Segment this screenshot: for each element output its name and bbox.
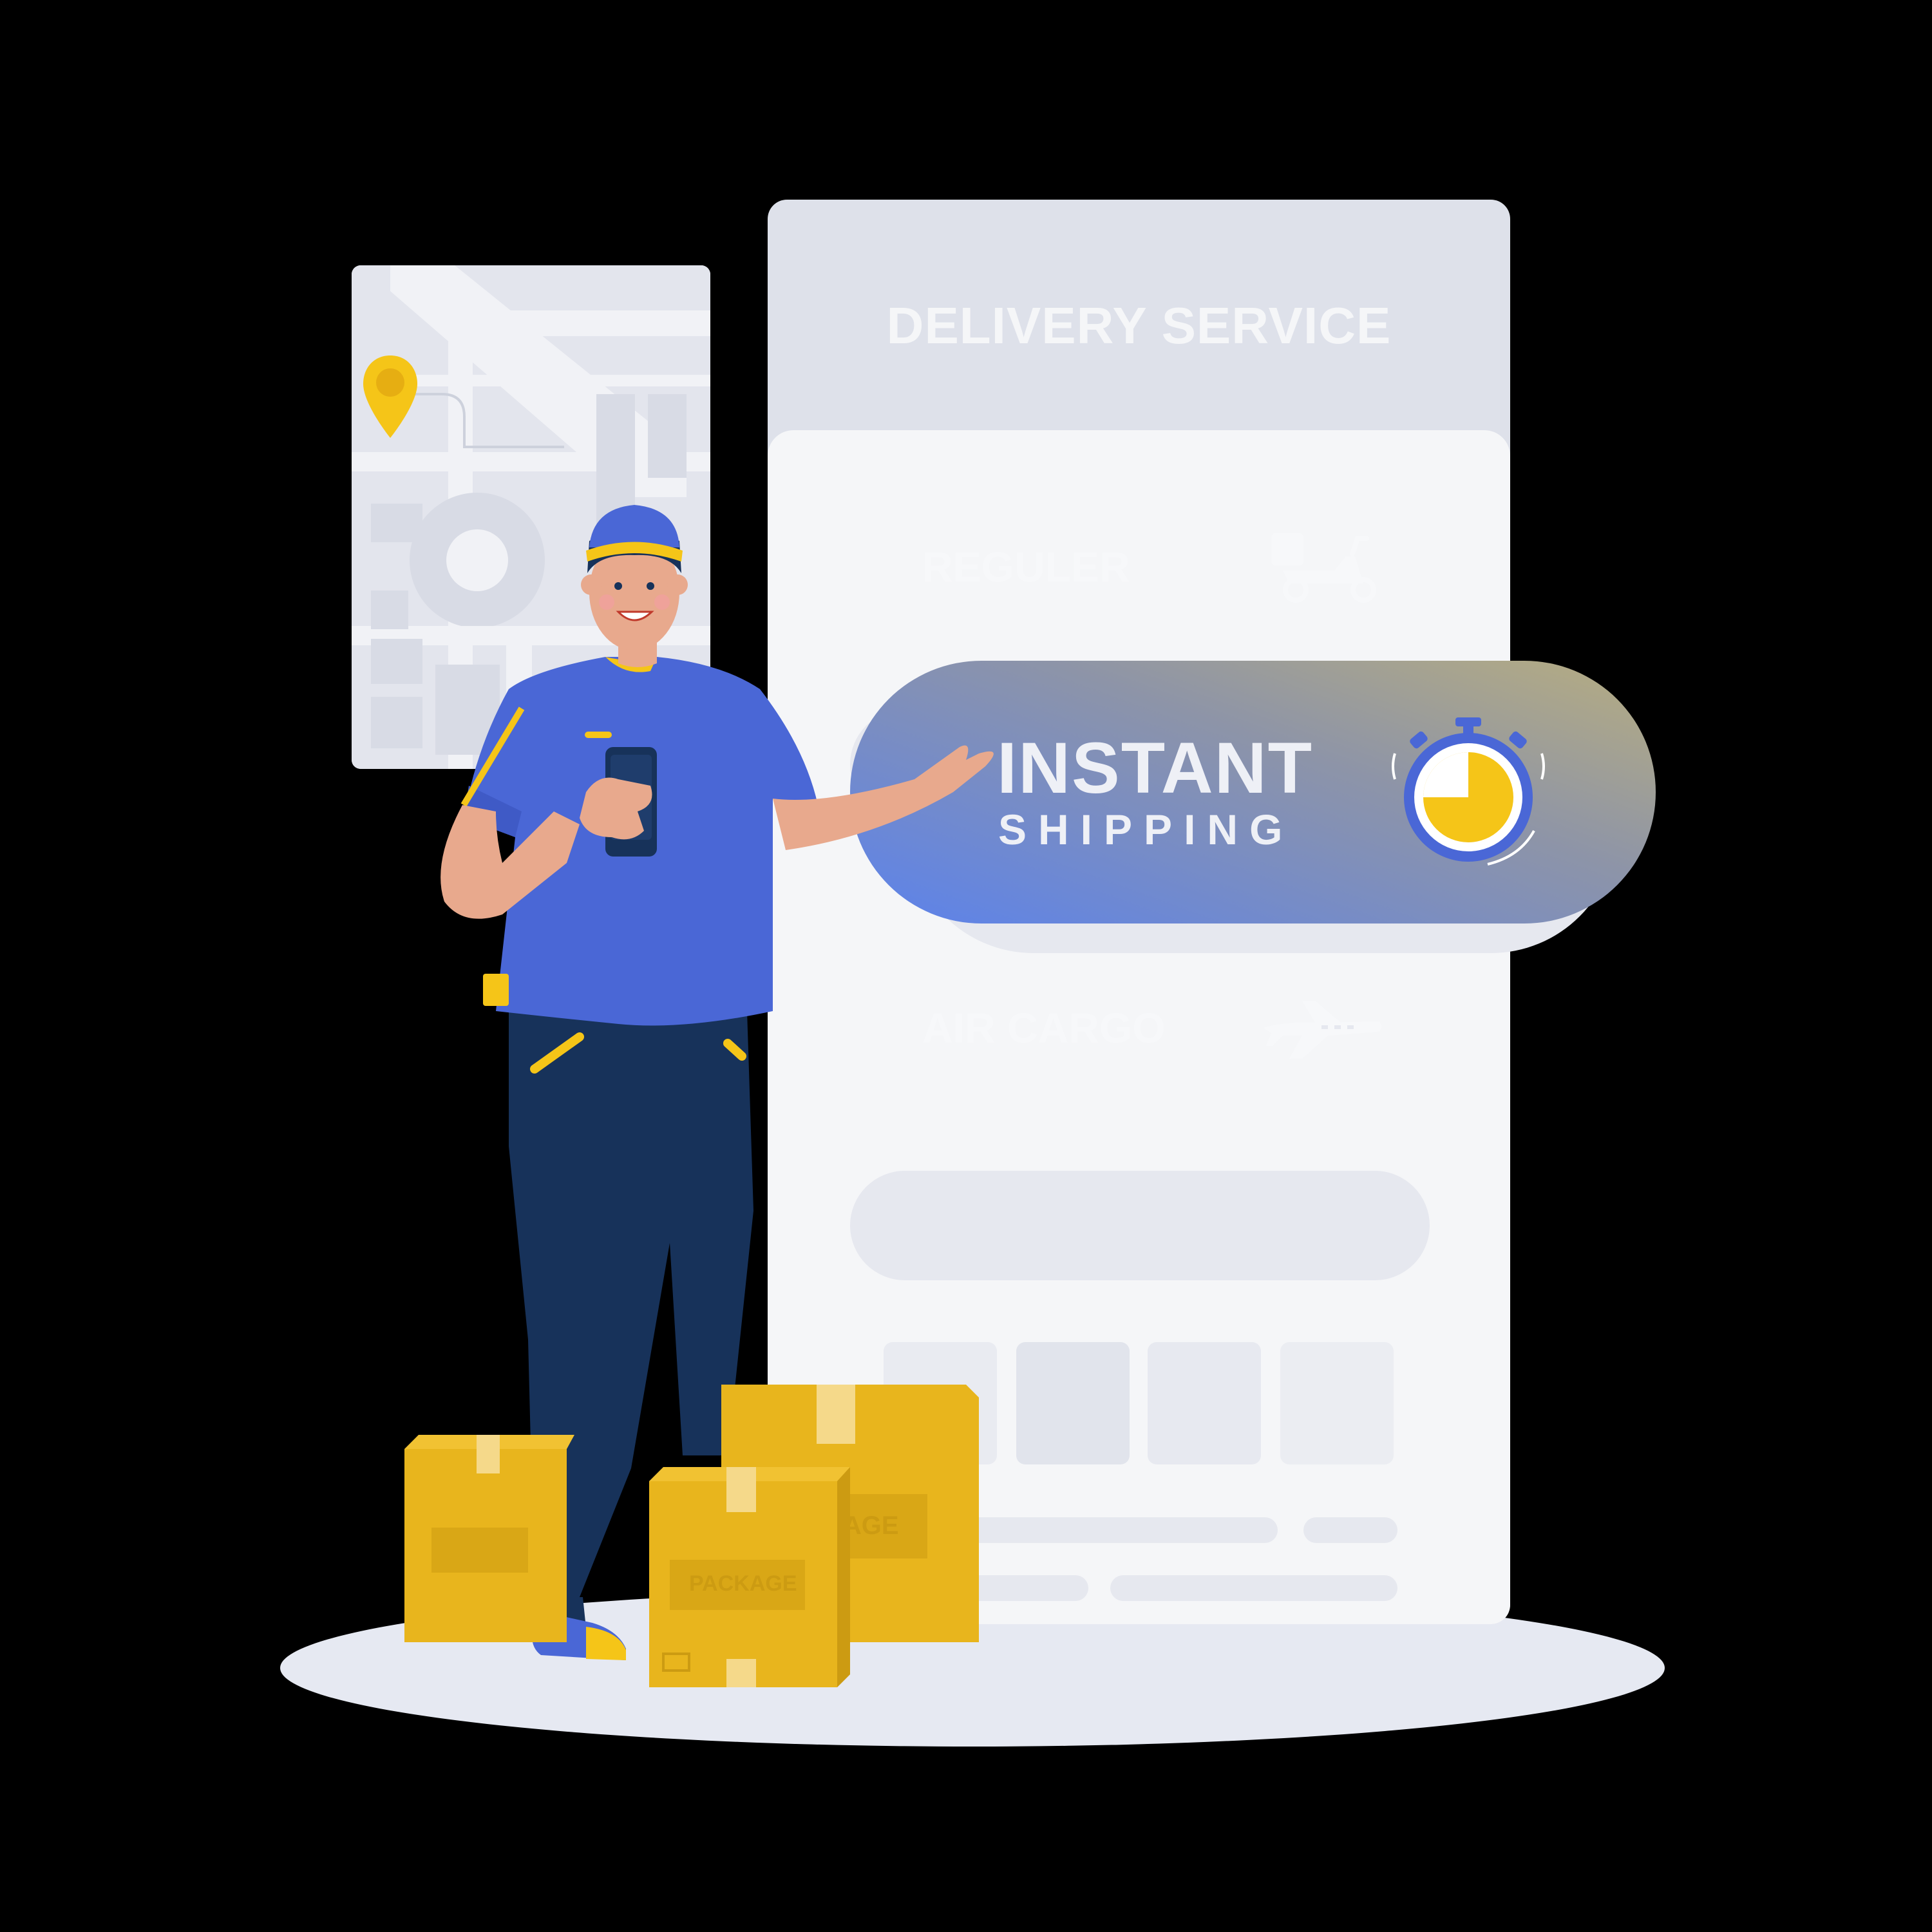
placeholder-line xyxy=(1303,1517,1397,1543)
grid-tile[interactable] xyxy=(1016,1342,1130,1464)
placeholder-line xyxy=(1110,1575,1397,1601)
grid-tile[interactable] xyxy=(1148,1342,1261,1464)
stopwatch-icon xyxy=(1392,717,1545,866)
grid-tile[interactable] xyxy=(1280,1342,1394,1464)
package-label: PACKAGE xyxy=(689,1571,797,1596)
option-instant-sublabel: SHIPPING xyxy=(998,806,1294,853)
option-instant-label: INSTANT xyxy=(997,728,1313,808)
illustration-scene: DELIVERY SERVICE REGULER AIR CARGO INSTA… xyxy=(0,0,1932,1932)
app-title: DELIVERY SERVICE xyxy=(886,297,1392,354)
airplane-icon xyxy=(1264,1001,1381,1059)
location-pin-icon xyxy=(363,355,417,438)
scooter-icon xyxy=(1271,533,1376,603)
package-boxes: KAGE PACKAGE xyxy=(404,1385,979,1687)
